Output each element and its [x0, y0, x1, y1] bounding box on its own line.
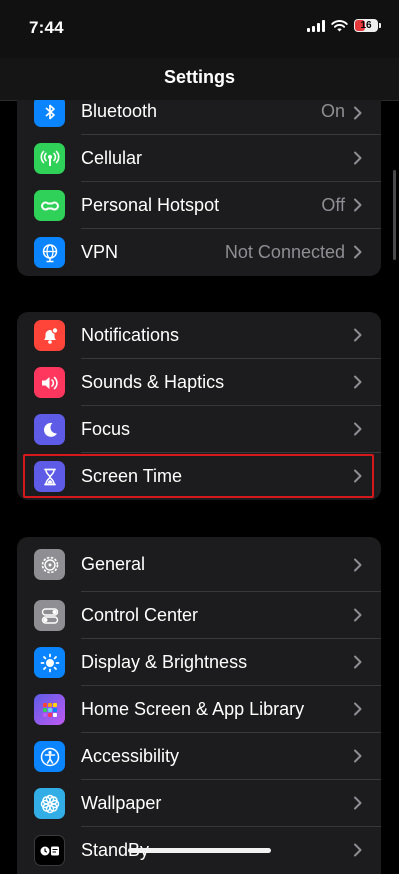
page-title: Settings	[163, 67, 235, 87]
chevron-right-icon	[354, 198, 362, 212]
settings-row-home-screen-app-library[interactable]: Home Screen & App Library	[17, 686, 381, 733]
chevron-right-icon	[354, 245, 362, 259]
chevron-right-icon	[354, 151, 362, 165]
bell-icon	[34, 320, 65, 351]
settings-row-cellular[interactable]: Cellular	[17, 135, 381, 182]
toggles-icon	[34, 600, 65, 631]
gear-icon	[34, 549, 65, 580]
settings-row-label: General	[81, 554, 146, 574]
app-grid-icon	[34, 694, 65, 725]
settings-row-notifications[interactable]: Notifications	[17, 312, 381, 359]
flower-icon	[34, 788, 65, 819]
chevron-right-icon	[354, 558, 362, 572]
settings-row-label: Personal Hotspot	[81, 195, 220, 215]
settings-row-label: Focus	[81, 419, 131, 439]
settings-row-control-center[interactable]: Control Center	[17, 592, 381, 639]
chevron-right-icon	[354, 422, 362, 436]
settings-row-label: Control Center	[81, 605, 199, 625]
standby-icon	[34, 835, 65, 866]
settings-row-value: Off	[321, 195, 345, 215]
chevron-right-icon	[354, 328, 362, 342]
settings-row-value: On	[320, 101, 345, 121]
settings-row-personal-hotspot[interactable]: Personal Hotspot Off	[17, 182, 381, 229]
cellular-icon	[34, 143, 65, 174]
cellular-signal-icon	[307, 19, 325, 32]
settings-group-general: General Control Center Display & Brightn…	[17, 537, 381, 874]
status-bar: 7:44 16	[0, 0, 399, 58]
settings-row-label: Sounds & Haptics	[81, 372, 225, 392]
settings-row-label: Accessibility	[81, 746, 180, 766]
settings-row-wallpaper[interactable]: Wallpaper	[17, 780, 381, 827]
scroll-indicator[interactable]	[393, 170, 396, 260]
settings-row-focus[interactable]: Focus	[17, 406, 381, 453]
settings-row-value: Not Connected	[224, 242, 345, 262]
screen-time-highlight-box	[23, 454, 374, 498]
accessibility-icon	[34, 741, 65, 772]
chevron-right-icon	[354, 375, 362, 389]
status-icons: 16	[307, 19, 381, 32]
vpn-globe-icon	[34, 237, 65, 268]
settings-row-label: Display & Brightness	[81, 652, 248, 672]
home-indicator[interactable]	[128, 848, 271, 853]
chevron-right-icon	[354, 796, 362, 810]
bluetooth-icon	[34, 100, 65, 127]
moon-icon	[34, 414, 65, 445]
status-time: 7:44	[29, 18, 64, 37]
wifi-icon	[331, 19, 348, 31]
chevron-right-icon	[354, 749, 362, 763]
hotspot-icon	[34, 190, 65, 221]
chevron-right-icon	[354, 843, 362, 857]
settings-row-label: Notifications	[81, 325, 180, 345]
speaker-icon	[34, 367, 65, 398]
settings-row-general[interactable]: General	[17, 537, 381, 592]
battery-icon: 16	[354, 19, 378, 32]
navigation-bar: Settings	[0, 58, 399, 101]
chevron-right-icon	[354, 655, 362, 669]
settings-row-label: Cellular	[81, 148, 143, 168]
settings-group-connectivity: Bluetooth On Cellular Personal Hotspot O…	[17, 100, 381, 276]
battery-level-text: 16	[360, 20, 372, 31]
settings-row-label: VPN	[81, 242, 119, 262]
settings-row-sounds-haptics[interactable]: Sounds & Haptics	[17, 359, 381, 406]
settings-row-display-brightness[interactable]: Display & Brightness	[17, 639, 381, 686]
sun-icon	[34, 647, 65, 678]
settings-row-label: Bluetooth	[81, 101, 158, 121]
settings-row-label: Wallpaper	[81, 793, 162, 813]
chevron-right-icon	[354, 608, 362, 622]
settings-row-accessibility[interactable]: Accessibility	[17, 733, 381, 780]
settings-row-vpn[interactable]: VPN Not Connected	[17, 229, 381, 276]
chevron-right-icon	[354, 702, 362, 716]
settings-row-label: Home Screen & App Library	[81, 699, 305, 719]
settings-row-bluetooth[interactable]: Bluetooth On	[17, 100, 381, 135]
chevron-right-icon	[354, 106, 362, 120]
